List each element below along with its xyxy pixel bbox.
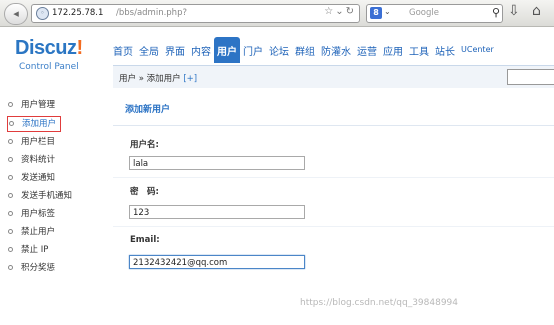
username-field[interactable]: lala bbox=[129, 156, 305, 170]
breadcrumb: 用户 » 添加用户 [+] bbox=[119, 72, 197, 84]
sidebar-item-ban-ip[interactable]: 禁止 IP bbox=[8, 243, 48, 257]
back-button[interactable]: ◂ bbox=[4, 3, 28, 25]
sidebar-item-credit-reward[interactable]: 积分奖惩 bbox=[8, 261, 55, 275]
sidebar-item-label: 禁止 IP bbox=[21, 245, 49, 255]
bullet-icon bbox=[8, 102, 13, 107]
magnifier-icon[interactable]: ⚲ bbox=[492, 6, 500, 19]
sidebar-item-add-user[interactable]: 添加用户 bbox=[7, 116, 61, 132]
tab-tools[interactable]: 工具 bbox=[406, 37, 432, 63]
sidebar-item-send-notice[interactable]: 发送通知 bbox=[8, 171, 55, 185]
breadcrumb-bar: 用户 » 添加用户 [+] bbox=[113, 65, 554, 89]
bullet-icon bbox=[9, 121, 14, 126]
password-field[interactable]: 123 bbox=[129, 205, 305, 219]
sidebar-item-label: 发送手机通知 bbox=[21, 191, 73, 201]
watermark: https://blog.csdn.net/qq_39848994 bbox=[300, 298, 459, 308]
sidebar-item-label: 用户管理 bbox=[21, 100, 56, 110]
logo-subtitle: Control Panel bbox=[19, 62, 79, 72]
globe-icon: ◦ bbox=[36, 7, 49, 20]
url-path: /bbs/admin.php? bbox=[116, 8, 187, 18]
sidebar-item-label: 用户标签 bbox=[21, 209, 56, 219]
search-placeholder: Google bbox=[409, 8, 439, 18]
sidebar-item-label: 资料统计 bbox=[21, 155, 56, 165]
bullet-icon bbox=[8, 175, 13, 180]
tab-antispam[interactable]: 防灌水 bbox=[318, 37, 354, 63]
bullet-icon bbox=[8, 193, 13, 198]
tab-groups[interactable]: 群组 bbox=[292, 37, 318, 63]
bullet-icon bbox=[8, 157, 13, 162]
bullet-icon bbox=[8, 211, 13, 216]
sidebar-item-user-manage[interactable]: 用户管理 bbox=[8, 98, 55, 112]
bullet-icon bbox=[8, 229, 13, 234]
address-bar[interactable]: ◦ 172.25.78.1 /bbs/admin.php? ☆⌄↻ bbox=[31, 4, 360, 23]
logo-text: Discuz bbox=[15, 37, 77, 59]
tab-content[interactable]: 内容 bbox=[188, 37, 214, 63]
chevron-down-icon[interactable]: ⌄ bbox=[384, 7, 391, 16]
sidebar-item-user-fields[interactable]: 用户栏目 bbox=[8, 135, 55, 149]
password-label: 密 码: bbox=[130, 187, 159, 197]
add-shortcut-link[interactable]: [+] bbox=[183, 74, 197, 84]
main-content: 添加新用户 用户名: lala 密 码: 123 Email: 21324324… bbox=[113, 88, 554, 325]
sidebar-item-label: 用户栏目 bbox=[21, 137, 56, 147]
sidebar-item-user-tags[interactable]: 用户标签 bbox=[8, 207, 55, 221]
add-user-form: 用户名: lala 密 码: 123 Email: 2132432421@qq.… bbox=[113, 126, 554, 325]
sidebar-item-label: 发送通知 bbox=[21, 173, 56, 183]
sidebar-item-label: 禁止用户 bbox=[21, 227, 56, 237]
breadcrumb-text: 用户 » 添加用户 bbox=[119, 74, 181, 84]
username-label: 用户名: bbox=[130, 140, 159, 150]
tab-forum[interactable]: 论坛 bbox=[266, 37, 292, 63]
bullet-icon bbox=[8, 265, 13, 270]
download-icon[interactable]: ⇩ bbox=[508, 3, 520, 19]
bullet-icon bbox=[8, 139, 13, 144]
email-field[interactable]: 2132432421@qq.com bbox=[129, 255, 305, 269]
row-divider bbox=[113, 177, 554, 178]
sidebar-item-label: 积分奖惩 bbox=[21, 263, 56, 273]
logo-bang: ! bbox=[76, 37, 83, 59]
sidebar-item-label: 添加用户 bbox=[22, 119, 57, 129]
url-host: 172.25.78.1 bbox=[52, 8, 104, 18]
page-title: 添加新用户 bbox=[125, 105, 171, 115]
tab-global[interactable]: 全局 bbox=[136, 37, 162, 63]
tab-home[interactable]: 首页 bbox=[110, 37, 136, 63]
search-engine-icon[interactable]: 8 bbox=[370, 7, 382, 19]
email-label: Email: bbox=[130, 235, 160, 245]
home-icon[interactable]: ⌂ bbox=[532, 3, 541, 19]
sidebar-item-send-sms-notice[interactable]: 发送手机通知 bbox=[8, 189, 72, 203]
sidebar: 用户管理 添加用户 用户栏目 资料统计 发送通知 发送手机通知 用户标签 禁止用… bbox=[0, 88, 113, 325]
bullet-icon bbox=[8, 247, 13, 252]
top-nav: 首页 全局 界面 内容 用户 门户 论坛 群组 防灌水 运营 应用 工具 站长 … bbox=[110, 37, 497, 63]
tab-portal[interactable]: 门户 bbox=[240, 37, 266, 63]
admin-header: Discuz! Control Panel 首页 全局 界面 内容 用户 门户 … bbox=[0, 27, 554, 72]
bookmark-star-icon[interactable]: ☆⌄↻ bbox=[324, 6, 356, 17]
quick-search-input[interactable] bbox=[507, 69, 554, 85]
tab-interface[interactable]: 界面 bbox=[162, 37, 188, 63]
browser-toolbar: ◂ ◦ 172.25.78.1 /bbs/admin.php? ☆⌄↻ 8 ⌄ … bbox=[0, 0, 554, 27]
tab-webmaster[interactable]: 站长 bbox=[432, 37, 458, 63]
search-box[interactable]: 8 ⌄ Google ⚲ bbox=[366, 4, 503, 23]
sidebar-item-ban-user[interactable]: 禁止用户 bbox=[8, 225, 55, 239]
tab-ucenter[interactable]: UCenter bbox=[458, 37, 497, 65]
tab-users[interactable]: 用户 bbox=[214, 37, 240, 63]
tab-operations[interactable]: 运营 bbox=[354, 37, 380, 63]
tab-apps[interactable]: 应用 bbox=[380, 37, 406, 63]
discuz-logo[interactable]: Discuz! bbox=[15, 37, 83, 60]
sidebar-item-profile-stats[interactable]: 资料统计 bbox=[8, 153, 55, 167]
row-divider bbox=[113, 226, 554, 227]
